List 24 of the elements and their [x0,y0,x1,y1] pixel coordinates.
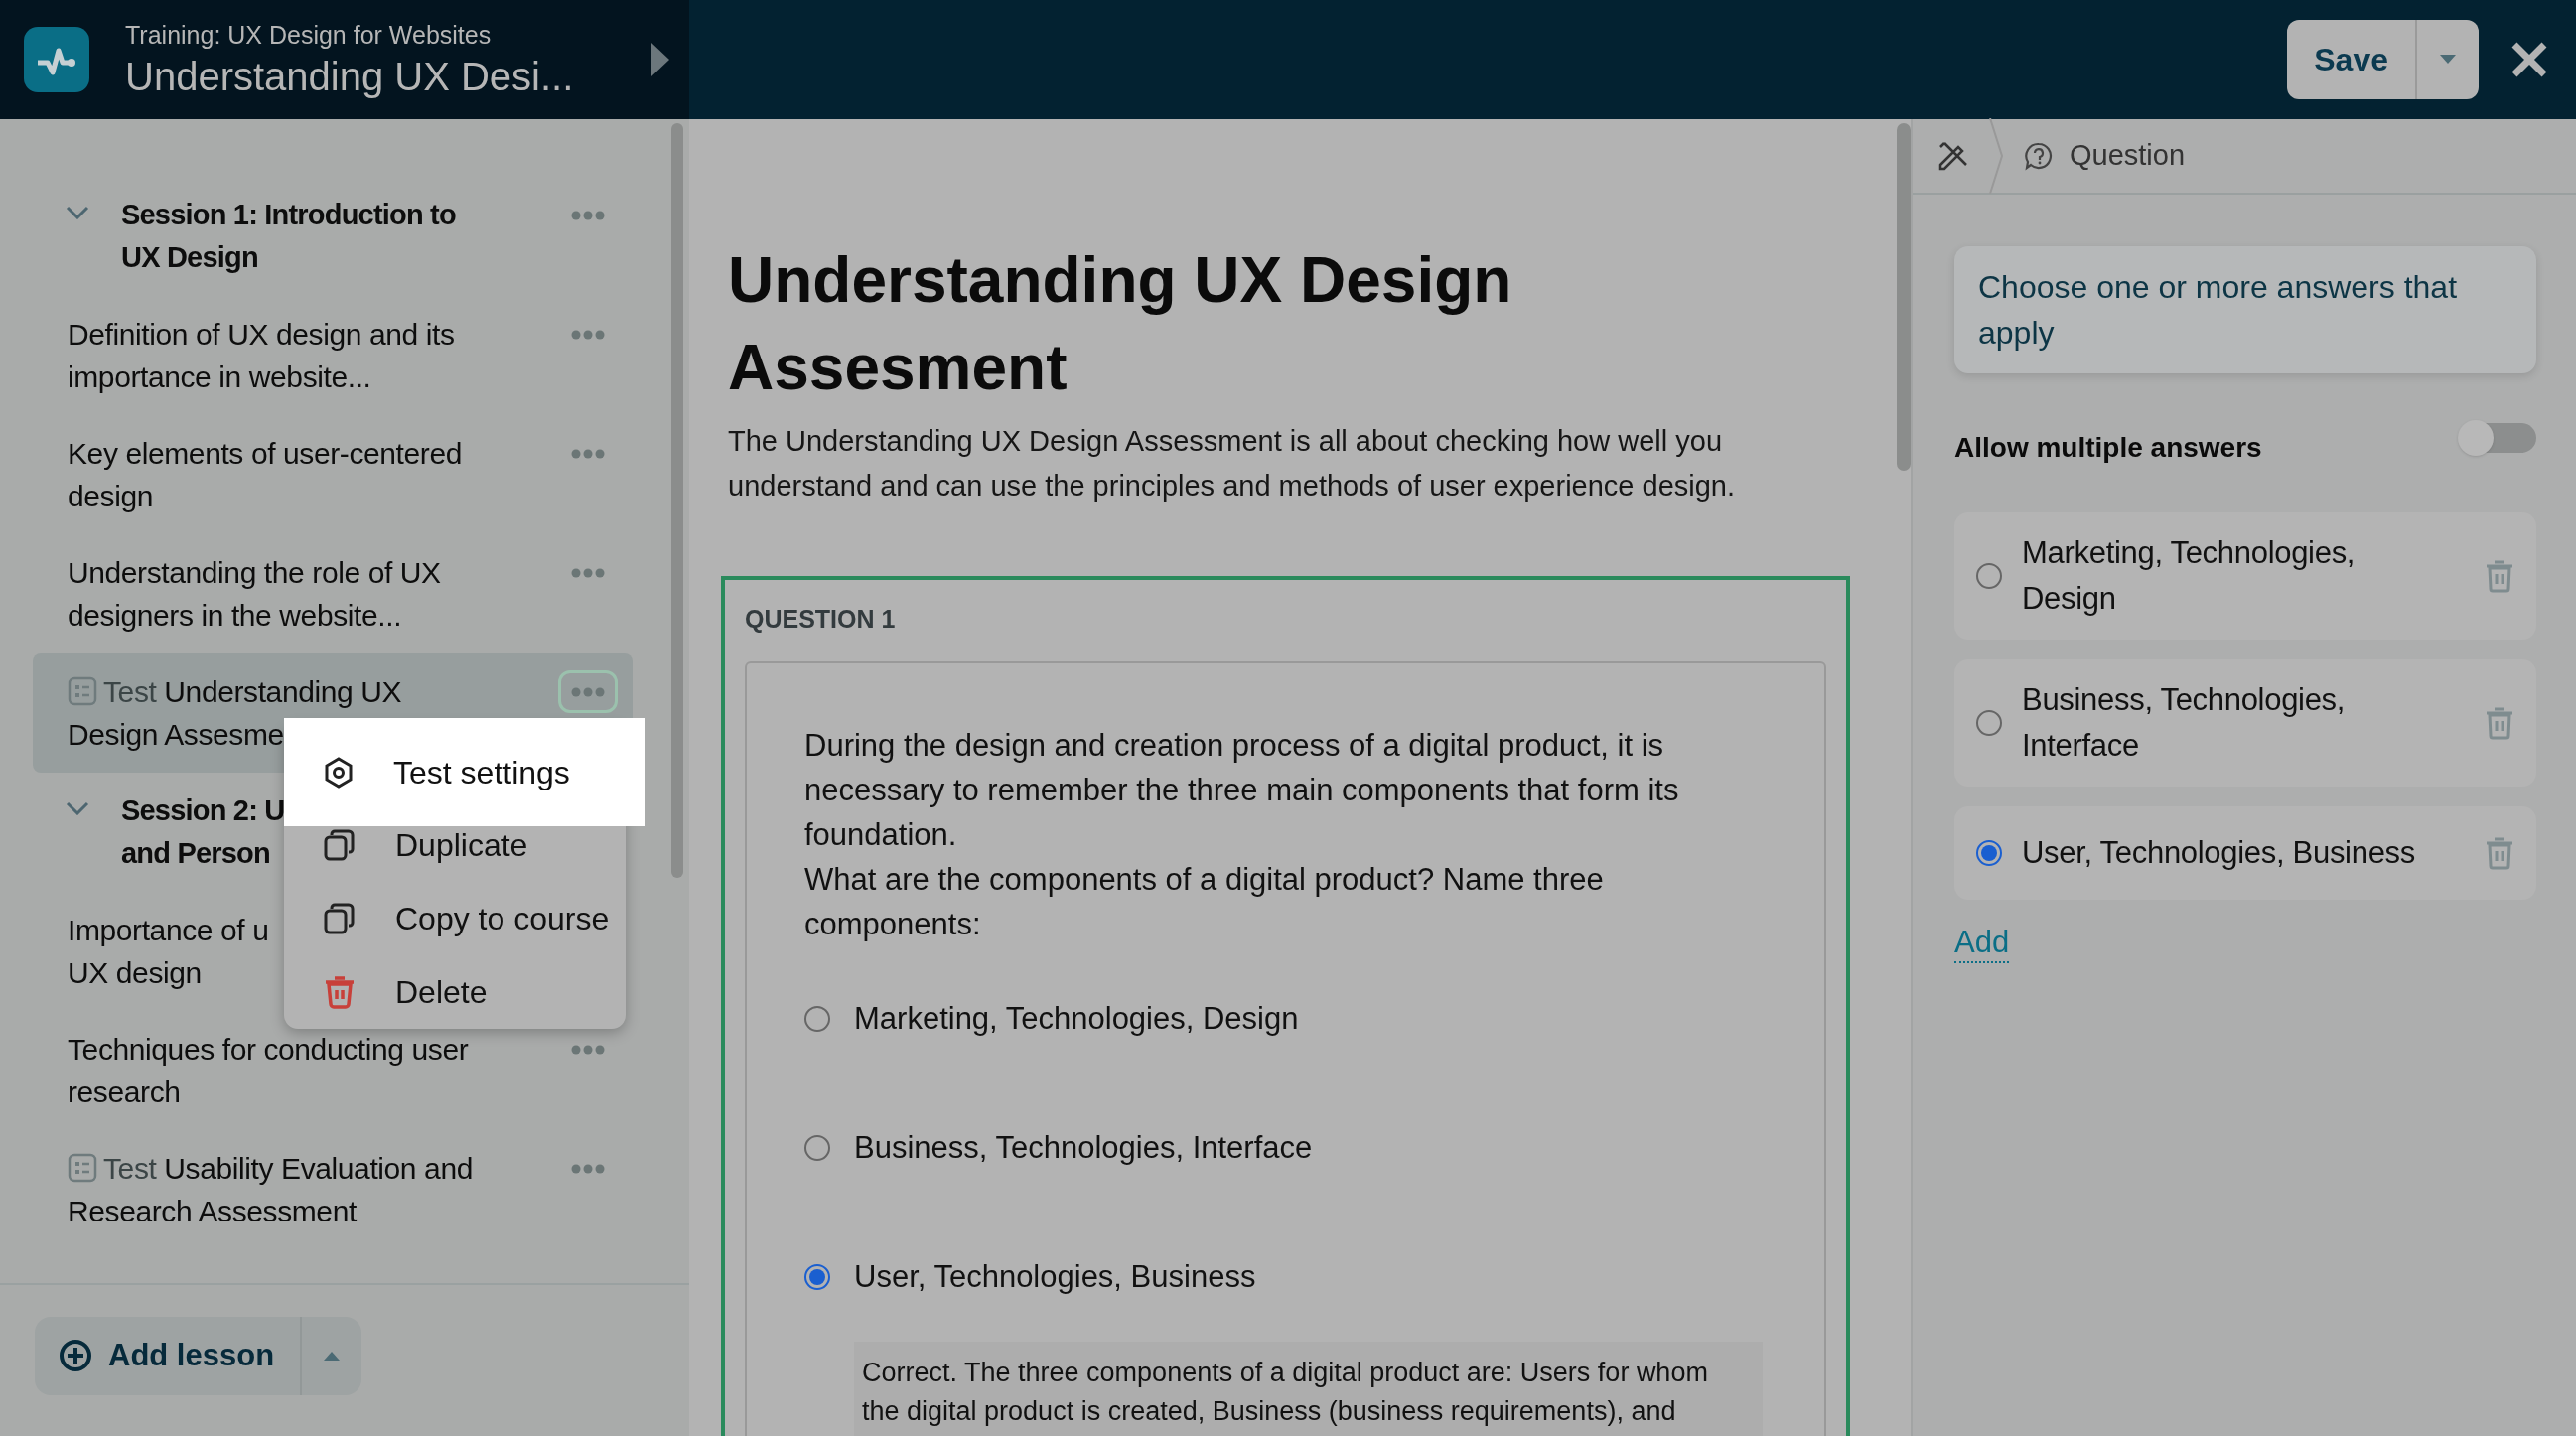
lesson-title: Techniques for conducting user research [68,1032,469,1110]
breadcrumb-label: Question [2070,138,2186,174]
option-label: Marketing, Technologies, Design [854,999,1299,1038]
allow-multiple-label: Allow multiple answers [1954,431,2262,465]
answer-label: Marketing, Technologies, Design [2022,534,2357,618]
answer-label: Business, Technologies, Interface [2022,681,2347,765]
option-label: Business, Technologies, Interface [854,1128,1313,1167]
page-title: Understanding UX Desi... [125,54,575,100]
session-title: Session 2: U and Person [121,793,285,871]
lesson-title: Key elements of user-centered design [68,436,462,514]
lesson-title: Understanding the role of UX designers in the website... [68,555,441,634]
option-label: User, Technologies, Business [854,1257,1256,1296]
question-label: QUESTION 1 [745,604,897,635]
test-title: Test Usability Evaluation and Research Assessment [68,1151,473,1229]
session-title: Session 1: Introduction to UX Design [121,198,456,275]
answer-label: User, Technologies, Business [2022,834,2416,872]
question-text: What are the components of a digital product? Name three components: [804,861,1605,943]
course-name: Training: UX Design for Websites [125,20,493,51]
assessment-title: Understanding UX Design Assesment [727,243,1513,405]
assessment-description: The Understanding UX Design Assessment is all about checking how well you understand and can use the principles and methods of user experience design. [727,424,1737,503]
hint-card: Choose one or more answers that apply [1954,246,2536,373]
question-text: During the design and creation process of a digital product, it is necessary to remember the three main components that form its foundation. [804,727,1680,854]
feedback-text: Correct. The three components of a digital product are: Users for whom the digital product is created, Business (business requirements), and [854,1342,1763,1436]
lesson-title: Definition of UX design and its importance in website... [68,317,455,395]
